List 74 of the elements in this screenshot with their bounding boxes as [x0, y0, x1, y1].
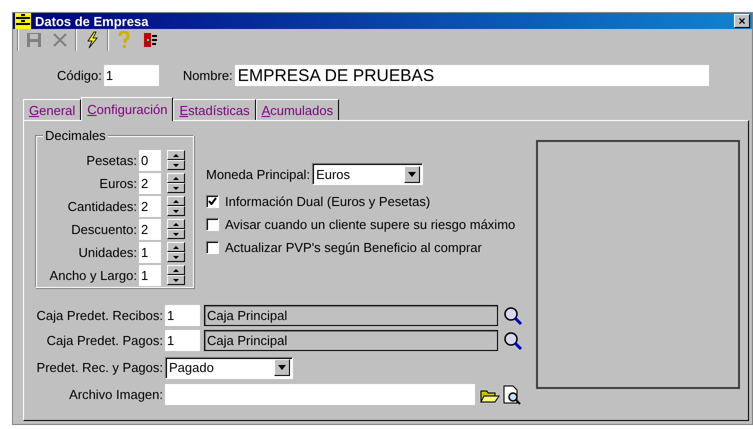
window-title: Datos de Empresa	[35, 14, 150, 28]
code-field[interactable]: 1	[104, 65, 159, 86]
checkbox[interactable]	[206, 218, 219, 230]
up-arrow-icon	[173, 176, 179, 180]
field-label: Cantidades:	[68, 198, 137, 214]
up-arrow-icon	[173, 246, 179, 248]
checkbox-label: Avisar cuando un cliente supere su riesgo máximo	[225, 216, 516, 232]
checkbox-label: Actualizar PVP's según Beneficio al comprar	[225, 240, 482, 254]
code-label: Código:	[57, 68, 102, 83]
status-dropdown[interactable]: Pagado	[165, 356, 293, 378]
tab[interactable]: Acumulados	[256, 99, 340, 120]
number-field[interactable]: 2	[139, 172, 161, 194]
dropdown-arrow-icon	[408, 172, 416, 176]
up-arrow-icon	[173, 200, 179, 202]
help-icon	[118, 31, 130, 49]
dropdown-arrow-icon	[278, 365, 286, 370]
down-arrow-icon	[173, 164, 179, 166]
name-field[interactable]: EMPRESA DE PRUEBAS	[234, 65, 709, 86]
code-field[interactable]: 1	[165, 305, 200, 326]
down-arrow-icon	[173, 278, 179, 282]
field-label: Descuento:	[71, 222, 137, 236]
tab[interactable]: Estadísticas	[173, 99, 256, 120]
search-button[interactable]	[502, 330, 524, 352]
field-label: Predet. Rec. y Pagos:	[36, 360, 164, 375]
cash-name-field: Caja Principal	[204, 305, 498, 326]
spinner[interactable]	[167, 219, 185, 239]
field-label: Caja Predet. Recibos:	[36, 308, 164, 323]
document-search-icon	[502, 384, 522, 404]
checkbox[interactable]	[206, 194, 219, 208]
search-icon	[503, 306, 523, 326]
image-file-field[interactable]	[165, 384, 475, 405]
number-field[interactable]: 2	[139, 196, 161, 216]
search-button[interactable]	[502, 304, 524, 326]
lightning-icon	[85, 31, 99, 49]
field-label: Pesetas:	[86, 152, 137, 168]
down-arrow-icon	[173, 256, 179, 258]
field-label: Archivo Imagen:	[68, 387, 164, 402]
number-field[interactable]: 0	[139, 150, 161, 170]
cash-name-field: Caja Principal	[204, 330, 498, 351]
checkbox-label: Información Dual (Euros y Pesetas)	[225, 194, 430, 208]
number-field[interactable]: 1	[139, 264, 161, 286]
search-icon	[503, 330, 523, 350]
down-arrow-icon	[173, 232, 179, 236]
spinner[interactable]	[167, 196, 185, 216]
number-field[interactable]: 2	[139, 218, 161, 240]
tab[interactable]: Configuración	[81, 97, 174, 121]
group-title: Decimales	[43, 128, 108, 143]
app-icon	[15, 13, 31, 29]
exit-door-icon	[141, 31, 159, 49]
name-label: Nombre:	[182, 68, 233, 83]
close-button[interactable]: ×	[734, 14, 750, 28]
number-field[interactable]: 1	[139, 242, 161, 262]
field-label: Caja Predet. Pagos:	[46, 333, 164, 348]
currency-dropdown[interactable]: Euros	[312, 163, 424, 185]
currency-label: Moneda Principal:	[206, 166, 310, 182]
spinner[interactable]	[167, 150, 185, 170]
field-label: Euros:	[99, 176, 137, 190]
field-label: Unidades:	[78, 244, 137, 260]
spinner[interactable]	[167, 173, 185, 193]
preview-button[interactable]	[501, 384, 523, 406]
down-arrow-icon	[173, 186, 179, 190]
delete-icon	[52, 32, 68, 48]
spinner[interactable]	[167, 242, 185, 262]
up-arrow-icon	[173, 268, 179, 272]
spinner[interactable]	[167, 265, 185, 285]
down-arrow-icon	[173, 210, 179, 212]
up-arrow-icon	[173, 222, 179, 226]
field-label: Ancho y Largo:	[50, 268, 137, 282]
code-field[interactable]: 1	[165, 330, 200, 351]
check-icon	[208, 197, 217, 205]
up-arrow-icon	[173, 154, 179, 156]
checkbox[interactable]	[206, 240, 219, 254]
tab[interactable]: General	[23, 99, 82, 120]
save-icon	[26, 32, 42, 48]
